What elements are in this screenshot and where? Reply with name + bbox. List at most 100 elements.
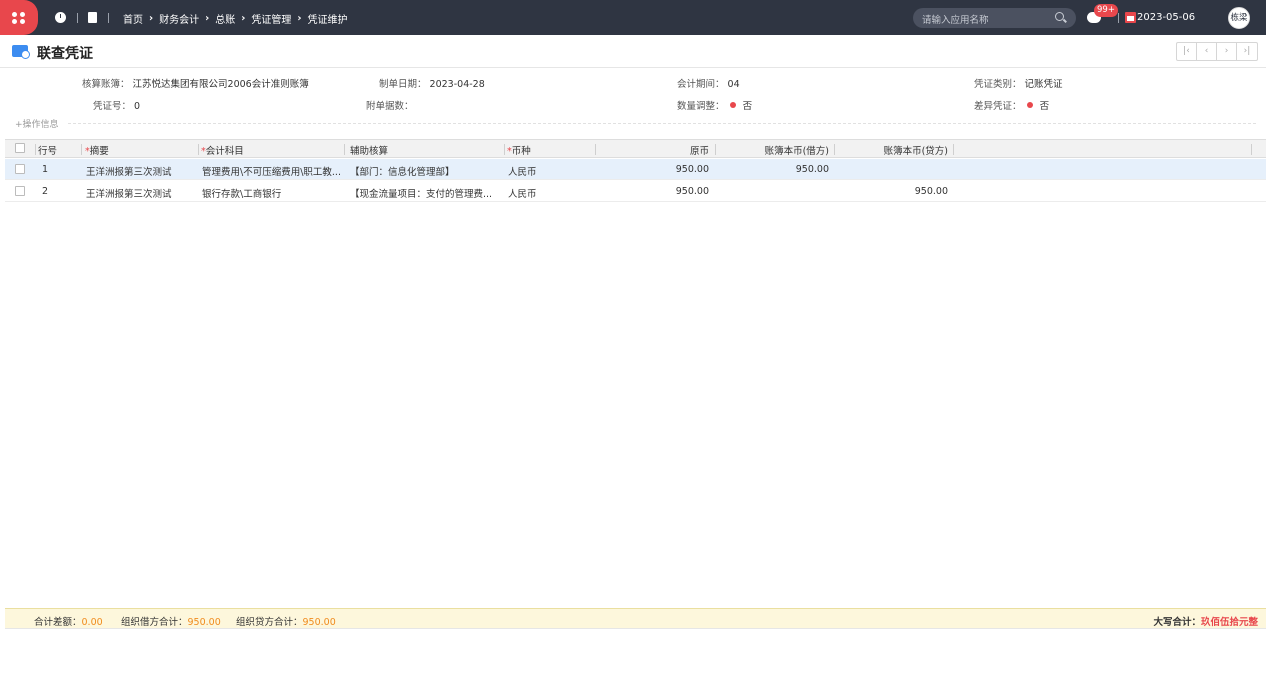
cell-debit[interactable]: 950.00: [719, 164, 829, 175]
record-pager: |‹ ‹ › ›|: [1176, 42, 1258, 61]
voucher-no-label: 凭证号：: [93, 101, 132, 112]
col-account[interactable]: *会计科目: [201, 143, 244, 157]
cell-auxiliary[interactable]: 【现金流量项目：支付的管理费...: [350, 186, 500, 200]
cell-line-no: 2: [42, 186, 49, 197]
prev-page-button[interactable]: ‹: [1197, 43, 1217, 60]
table-row[interactable]: 1 王洋洲报第三次测试 管理费用\不可压缩费用\职工教... 【部门：信息化管理…: [5, 159, 1266, 180]
qty-adjust-label: 数量调整：: [677, 101, 725, 112]
column-divider: [344, 144, 345, 155]
col-credit[interactable]: 账簿本币(贷方): [838, 143, 948, 157]
cell-summary[interactable]: 王洋洲报第三次测试: [86, 186, 172, 200]
search-placeholder: 请输入应用名称: [922, 15, 989, 26]
breadcrumb-voucher-mgmt[interactable]: 凭证管理: [251, 11, 291, 26]
col-debit[interactable]: 账簿本币(借方): [719, 143, 829, 157]
col-summary[interactable]: *摘要: [85, 143, 109, 157]
total-credit-value: 950.00: [302, 617, 336, 628]
col-currency[interactable]: *币种: [507, 143, 531, 157]
cell-account[interactable]: 管理费用\不可压缩费用\职工教...: [202, 164, 342, 178]
chevron-right-icon: ›: [149, 13, 154, 24]
notification-badge: 99+: [1094, 4, 1118, 17]
book-value: 江苏悦达集团有限公司2006会计准则账簿: [132, 79, 309, 90]
cell-currency[interactable]: 人民币: [508, 164, 537, 178]
total-debit: 组织借方合计：950.00: [121, 614, 221, 628]
col-original[interactable]: 原币: [605, 143, 709, 157]
cell-summary[interactable]: 王洋洲报第三次测试: [86, 164, 172, 178]
period-field: 会计期间： 04: [677, 76, 740, 90]
app-logo[interactable]: [0, 0, 38, 35]
col-auxiliary[interactable]: 辅助核算: [350, 143, 388, 157]
period-label: 会计期间：: [677, 79, 725, 90]
clock-icon[interactable]: [55, 12, 66, 23]
col-summary-label: 摘要: [89, 146, 109, 157]
total-debit-label: 组织借方合计：: [121, 617, 188, 628]
column-divider: [504, 144, 505, 155]
chevron-right-icon: ›: [205, 13, 210, 24]
table-row[interactable]: 2 王洋洲报第三次测试 银行存款\工商银行 【现金流量项目：支付的管理费... …: [5, 181, 1266, 202]
attachment-label: 附单据数：: [366, 101, 414, 112]
next-page-button[interactable]: ›: [1217, 43, 1237, 60]
chevron-right-icon: ›: [241, 13, 246, 24]
breadcrumb-home[interactable]: 首页: [123, 11, 143, 26]
column-divider: [35, 144, 36, 155]
cell-original[interactable]: 950.00: [605, 164, 709, 175]
date-value: 2023-04-28: [429, 79, 485, 90]
operation-info-toggle[interactable]: +操作信息: [15, 117, 59, 130]
qty-adjust-value: 否: [742, 101, 753, 112]
voucher-type-label: 凭证类别：: [974, 79, 1022, 90]
breadcrumb-voucher-maint[interactable]: 凭证维护: [308, 11, 348, 26]
row-checkbox[interactable]: [15, 164, 25, 174]
voucher-no-field: 凭证号： 0: [93, 98, 140, 112]
top-navigation-bar: 首页 › 财务会计 › 总账 › 凭证管理 › 凭证维护 请输入应用名称 99+…: [0, 0, 1266, 35]
cell-line-no: 1: [42, 164, 49, 175]
total-credit-label: 组织贷方合计：: [236, 617, 303, 628]
breadcrumb: 首页 › 财务会计 › 总账 › 凭证管理 › 凭证维护: [123, 11, 348, 26]
attachment-field: 附单据数：: [366, 98, 414, 112]
breadcrumb-ledger[interactable]: 总账: [215, 11, 235, 26]
page-title: 联查凭证: [37, 46, 93, 62]
diff-voucher-label: 差异凭证：: [974, 101, 1022, 112]
totals-bar: 合计差额：0.00 组织借方合计：950.00 组织贷方合计：950.00 大写…: [5, 608, 1266, 629]
chevron-right-icon: ›: [297, 13, 302, 24]
folder-icon: [12, 45, 30, 59]
current-date[interactable]: 2023-05-06: [1137, 12, 1195, 23]
user-avatar[interactable]: 栋梁: [1228, 7, 1250, 29]
cell-auxiliary[interactable]: 【部门：信息化管理部】: [350, 164, 500, 178]
cell-credit[interactable]: 950.00: [838, 186, 948, 197]
date-field: 制单日期： 2023-04-28: [379, 76, 485, 90]
divider: [1118, 13, 1119, 23]
period-value: 04: [727, 79, 740, 90]
total-diff: 合计差额：0.00: [34, 614, 103, 628]
logo-icon: [12, 11, 26, 24]
divider: [68, 123, 1256, 124]
divider: [108, 13, 109, 23]
column-divider: [1251, 144, 1252, 155]
calendar-icon[interactable]: [1125, 12, 1136, 23]
last-page-button[interactable]: ›|: [1237, 43, 1257, 60]
status-dot-icon: [729, 102, 736, 108]
col-currency-label: 币种: [511, 146, 531, 157]
voucher-no-value: 0: [134, 101, 141, 112]
column-divider: [595, 144, 596, 155]
voucher-type-field: 凭证类别： 记账凭证: [974, 76, 1063, 90]
breadcrumb-finance[interactable]: 财务会计: [159, 11, 199, 26]
col-account-label: 会计科目: [205, 146, 244, 157]
page-header: 联查凭证 |‹ ‹ › ›|: [0, 35, 1266, 68]
document-icon[interactable]: [88, 12, 97, 23]
cell-account[interactable]: 银行存款\工商银行: [202, 186, 342, 200]
col-line-no[interactable]: 行号: [38, 143, 57, 157]
row-checkbox[interactable]: [15, 186, 25, 196]
book-field: 核算账簿： 江苏悦达集团有限公司2006会计准则账簿: [82, 76, 309, 90]
qty-adjust-field: 数量调整： 否: [677, 98, 752, 112]
cell-currency[interactable]: 人民币: [508, 186, 537, 200]
cell-original[interactable]: 950.00: [605, 186, 709, 197]
search-icon[interactable]: [1055, 12, 1064, 21]
date-label: 制单日期：: [379, 79, 427, 90]
book-label: 核算账簿：: [82, 79, 130, 90]
column-divider: [953, 144, 954, 155]
select-all-checkbox[interactable]: [15, 143, 25, 153]
app-search-input[interactable]: 请输入应用名称: [913, 8, 1076, 28]
total-debit-value: 950.00: [187, 617, 221, 628]
first-page-button[interactable]: |‹: [1177, 43, 1197, 60]
table-header: 行号 *摘要 *会计科目 辅助核算 *币种 原币 账簿本币(借方) 账簿本币(贷…: [5, 139, 1266, 158]
total-credit: 组织贷方合计：950.00: [236, 614, 336, 628]
